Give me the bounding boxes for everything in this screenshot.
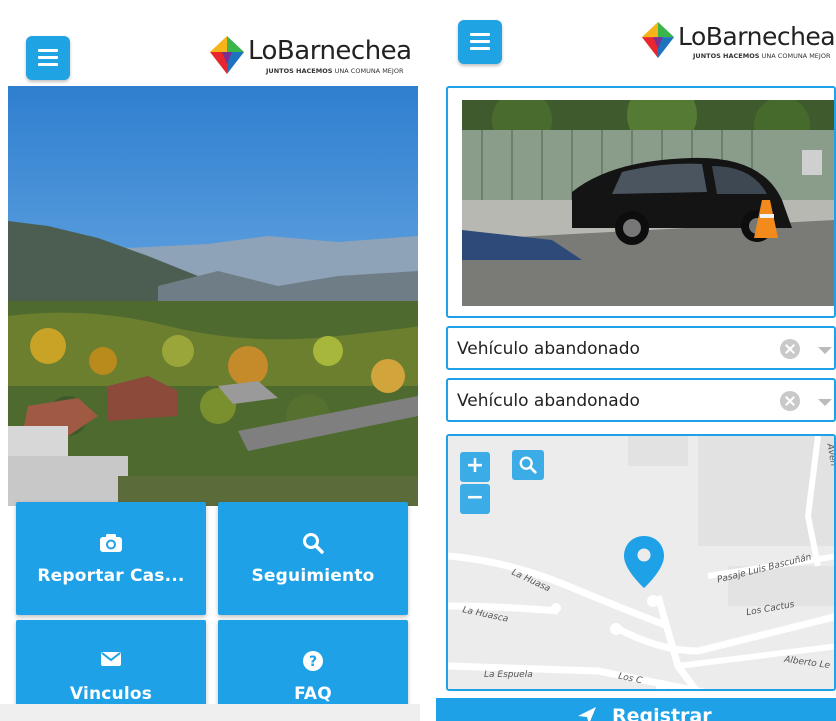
register-label: Registrar [612,705,712,721]
svg-text:?: ? [309,654,317,670]
links-tile[interactable]: Vinculos [16,620,206,710]
faq-label: FAQ [294,684,332,704]
bottom-bar [0,704,420,721]
report-screen: LoBarnechea JUNTOS HACEMOS UNA COMUNA ME… [436,0,836,721]
search-icon [519,456,537,474]
faq-tile[interactable]: ? FAQ [218,620,408,710]
subcategory-value: Vehículo abandonado [457,391,640,411]
logo-mark-icon [210,36,244,74]
register-button[interactable]: Registrar [436,698,836,721]
send-icon [578,707,596,721]
lobarnechea-logo: LoBarnechea JUNTOS HACEMOS UNA COMUNA ME… [208,34,418,78]
report-case-tile[interactable]: Reportar Cas... [16,502,206,615]
street-label: La Espuela [484,670,533,680]
question-icon: ? [218,650,408,672]
brand-tagline: JUNTOS HACEMOS UNA COMUNA MEJOR [266,67,404,75]
menu-button[interactable] [26,36,70,80]
zoom-in-button[interactable]: + [460,452,490,482]
lobarnechea-logo: LoBarnechea JUNTOS HACEMOS UNA COMUNA ME… [640,20,836,64]
camera-icon [16,532,206,554]
chevron-down-icon[interactable] [818,399,832,406]
tracking-label: Seguimiento [251,566,375,586]
category-value: Vehículo abandonado [457,339,640,359]
logo-mark-icon [641,22,675,58]
vehicle-photo [462,100,834,306]
envelope-icon [16,650,206,672]
report-case-label: Reportar Cas... [37,566,185,586]
menu-button[interactable] [458,20,502,64]
category-select[interactable]: Vehículo abandonado [446,326,836,370]
tracking-tile[interactable]: Seguimiento [218,502,408,615]
home-screen: LoBarnechea JUNTOS HACEMOS UNA COMUNA ME… [0,0,420,721]
brand-name: LoBarnechea [678,22,836,51]
zoom-out-button[interactable]: − [460,484,490,514]
clear-icon[interactable] [780,391,800,411]
subcategory-select[interactable]: Vehículo abandonado [446,378,836,422]
clear-icon[interactable] [780,339,800,359]
hero-landscape-image [8,86,418,506]
brand-tagline: JUNTOS HACEMOS UNA COMUNA MEJOR [693,52,831,60]
location-map[interactable]: + − La Huasa La Huasca Pasaje Luis Bascu… [446,434,836,691]
brand-name: LoBarnechea [248,36,412,66]
links-label: Vinculos [69,684,153,704]
chevron-down-icon[interactable] [818,347,832,354]
map-search-button[interactable] [512,450,544,480]
photo-card[interactable] [446,86,836,318]
search-icon [218,532,408,554]
